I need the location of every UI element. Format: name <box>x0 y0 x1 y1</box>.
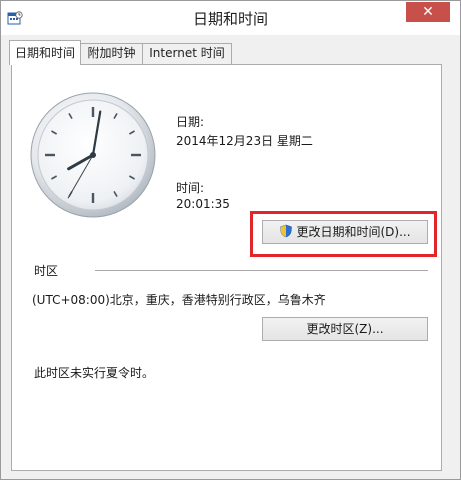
date-label: 日期: <box>176 115 205 129</box>
tab-label: 日期和时间 <box>14 46 75 60</box>
dst-note: 此时区未实行夏令时。 <box>34 366 155 380</box>
close-button[interactable]: ✕ <box>406 2 450 22</box>
datetime-dialog: 日期和时间 ✕ 日期和时间 附加时钟 Internet 时间 日期: 2014年… <box>0 0 461 480</box>
tab-label: 附加时钟 <box>87 46 136 60</box>
tab-label: Internet 时间 <box>149 46 225 60</box>
tab-additional-clocks[interactable]: 附加时钟 <box>80 43 143 64</box>
change-timezone-label: 更改时区(Z)... <box>306 322 384 336</box>
window-title: 日期和时间 <box>192 10 268 28</box>
close-icon: ✕ <box>422 4 434 20</box>
change-date-time-label: 更改日期和时间(D)... <box>296 225 411 239</box>
section-divider <box>95 270 428 271</box>
tab-date-time[interactable]: 日期和时间 <box>9 40 81 65</box>
dialog-body: 日期和时间 附加时钟 Internet 时间 日期: 2014年12月23日 星… <box>1 35 460 479</box>
tab-internet-time[interactable]: Internet 时间 <box>142 43 232 64</box>
timezone-value: (UTC+08:00)北京，重庆，香港特别行政区，乌鲁木齐 <box>32 293 326 307</box>
title-bar[interactable]: 日期和时间 ✕ <box>1 1 460 35</box>
time-value: 20:01:35 <box>176 197 230 211</box>
uac-shield-icon <box>279 223 293 238</box>
date-value: 2014年12月23日 星期二 <box>176 134 313 148</box>
timezone-section-label: 时区 <box>34 264 59 278</box>
change-date-time-button[interactable]: 更改日期和时间(D)... <box>262 220 428 244</box>
change-timezone-button[interactable]: 更改时区(Z)... <box>262 317 428 341</box>
analog-clock <box>28 90 158 220</box>
tab-panel-date-time: 日期: 2014年12月23日 星期二 时间: 20:01:35 更改日期和时间… <box>11 64 442 471</box>
time-label: 时间: <box>176 181 205 195</box>
